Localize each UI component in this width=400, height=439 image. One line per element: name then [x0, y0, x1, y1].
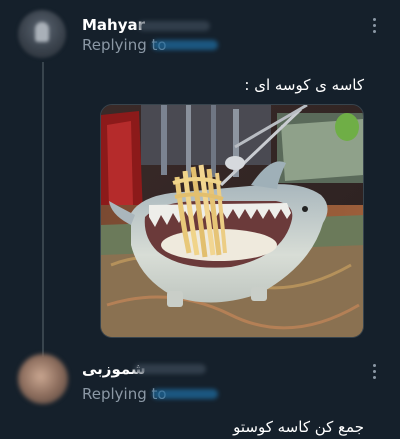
blurred-reply-handle-link[interactable] — [152, 389, 218, 399]
avatar[interactable] — [18, 354, 68, 404]
tweet-text: کاسه ی کوسه ای : — [244, 76, 364, 94]
tweet-thread: Mahyar Replying to کاسه ی کوسه ای : شموز… — [0, 0, 400, 439]
blurred-reply-handle-link[interactable] — [152, 40, 218, 50]
more-options-icon[interactable] — [366, 362, 382, 380]
tweet-text: جمع کن کاسه کوستو — [233, 418, 364, 436]
more-options-icon[interactable] — [366, 16, 382, 34]
tweet-photo[interactable] — [100, 104, 364, 338]
avatar[interactable] — [18, 10, 66, 58]
shark-bowl-noodles-photo — [101, 105, 363, 337]
blurred-username — [138, 21, 210, 31]
thread-connector-line — [42, 62, 44, 357]
blurred-username — [134, 364, 206, 374]
author-name[interactable]: Mahyar — [82, 16, 145, 34]
avatar-figure — [35, 22, 49, 42]
